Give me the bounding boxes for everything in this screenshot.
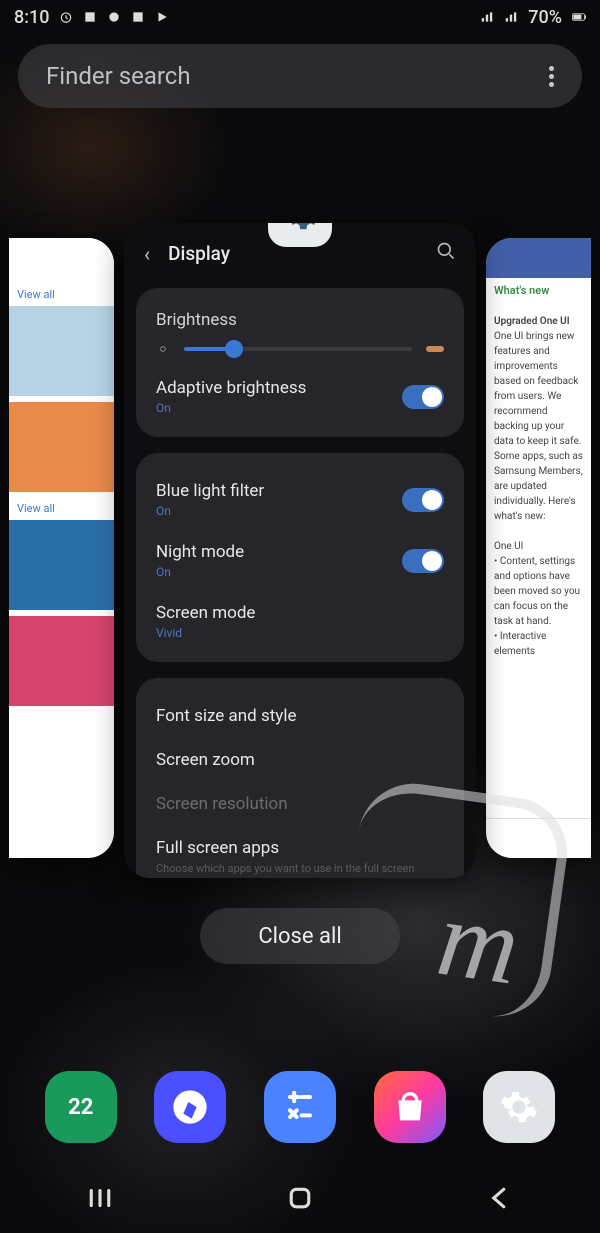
screen-mode-label: Screen mode <box>156 603 255 623</box>
calendar-day: 22 <box>68 1095 93 1120</box>
more-icon[interactable] <box>549 66 554 87</box>
play-icon <box>155 10 169 24</box>
typography-group: Font size and style Screen zoom Screen r… <box>136 678 464 878</box>
nav-recents-button[interactable] <box>85 1183 115 1213</box>
nav-home-button[interactable] <box>285 1183 315 1213</box>
font-size-label: Font size and style <box>156 706 297 726</box>
right-card-heading: What's new <box>486 278 591 308</box>
screen-resolution-label: Screen resolution <box>156 794 288 814</box>
close-all-button[interactable]: Close all <box>200 908 400 964</box>
recent-card-social[interactable]: What's new Upgraded One UI One UI brings… <box>486 238 591 858</box>
back-icon[interactable]: ‹ <box>144 242 150 266</box>
right-card-body: Upgraded One UI One UI brings new featur… <box>486 308 591 818</box>
alarm-icon <box>59 10 73 24</box>
night-mode-row[interactable]: Night mode On <box>154 530 446 591</box>
settings-app-icon[interactable] <box>268 223 332 247</box>
night-mode-toggle[interactable] <box>402 549 444 573</box>
font-size-row[interactable]: Font size and style <box>154 694 446 738</box>
blue-light-label: Blue light filter <box>156 481 264 501</box>
full-screen-apps-label: Full screen apps <box>156 838 279 858</box>
status-time: 8:10 <box>14 7 49 28</box>
full-screen-apps-note: Choose which apps you want to use in the… <box>156 862 444 878</box>
gallery-section-label: View all <box>9 284 114 306</box>
adaptive-brightness-sub: On <box>156 401 306 415</box>
page-title: Display <box>168 242 230 265</box>
blue-light-sub: On <box>156 504 264 518</box>
recents-carousel[interactable]: View all View all ‹ Display Brightness <box>0 198 600 898</box>
dock-store-app[interactable] <box>374 1071 446 1143</box>
blue-light-toggle[interactable] <box>402 488 444 512</box>
adaptive-brightness-label: Adaptive brightness <box>156 378 306 398</box>
finder-search[interactable]: Finder search <box>18 44 582 108</box>
dock-settings-app[interactable] <box>483 1071 555 1143</box>
display-modes-group: Blue light filter On Night mode On Scree… <box>136 453 464 662</box>
adaptive-brightness-row[interactable]: Adaptive brightness On <box>154 366 446 427</box>
screen-zoom-label: Screen zoom <box>156 750 255 770</box>
dock: 22 <box>0 1071 600 1143</box>
notif-icon-2 <box>107 10 121 24</box>
calculator-icon <box>280 1087 320 1127</box>
notif-icon-3 <box>131 10 145 24</box>
brightness-label: Brightness <box>156 310 444 330</box>
gallery-section-label: View all <box>9 498 114 520</box>
full-screen-apps-row[interactable]: Full screen apps Choose which apps you w… <box>154 826 446 878</box>
close-all-label: Close all <box>258 924 341 949</box>
status-battery: 70% <box>528 7 562 28</box>
gear-icon <box>281 223 319 234</box>
night-mode-sub: On <box>156 565 244 579</box>
brightness-group: Brightness Adaptive brightness On <box>136 288 464 437</box>
screen-mode-row[interactable]: Screen mode Vivid <box>154 591 446 652</box>
dock-calendar-app[interactable]: 22 <box>45 1071 117 1143</box>
notif-icon <box>83 10 97 24</box>
nav-back-button[interactable] <box>485 1183 515 1213</box>
screen-mode-sub: Vivid <box>156 626 255 640</box>
screen-resolution-row[interactable]: Screen resolution <box>154 782 446 826</box>
signal-icon-2 <box>504 10 518 24</box>
dock-internet-app[interactable] <box>154 1071 226 1143</box>
search-icon[interactable] <box>436 241 456 266</box>
battery-icon <box>572 10 586 24</box>
nav-bar <box>0 1163 600 1233</box>
sun-low-icon <box>156 342 170 356</box>
search-placeholder: Finder search <box>46 62 191 90</box>
dock-calculator-app[interactable] <box>264 1071 336 1143</box>
recent-card-settings[interactable]: ‹ Display Brightness Adaptive brightness… <box>124 223 476 878</box>
sun-high-icon <box>426 346 444 352</box>
screen-zoom-row[interactable]: Screen zoom <box>154 738 446 782</box>
status-bar: 8:10 70% <box>0 0 600 34</box>
night-mode-label: Night mode <box>156 542 244 562</box>
shopping-bag-icon <box>390 1087 430 1127</box>
compass-icon <box>170 1087 210 1127</box>
brightness-slider[interactable] <box>156 342 444 356</box>
blue-light-row[interactable]: Blue light filter On <box>154 469 446 530</box>
signal-icon <box>480 10 494 24</box>
gear-icon <box>499 1087 539 1127</box>
adaptive-brightness-toggle[interactable] <box>402 385 444 409</box>
recent-card-gallery[interactable]: View all View all <box>9 238 114 858</box>
